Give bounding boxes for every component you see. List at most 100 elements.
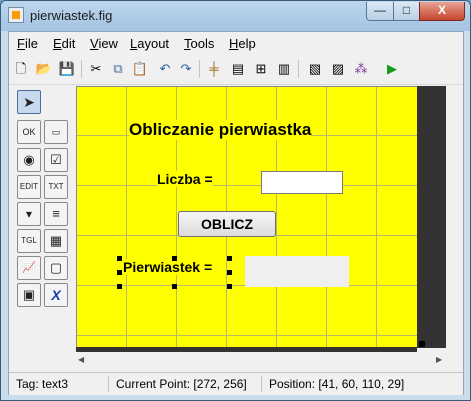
undo-icon[interactable]: ↶	[156, 60, 174, 78]
axes-tool[interactable]: 📈	[17, 256, 41, 280]
menu-help[interactable]: Help	[229, 36, 256, 51]
toolbar-separator	[81, 60, 82, 78]
static-text-tool[interactable]: TXT	[44, 175, 68, 199]
select-tool[interactable]: ➤	[17, 90, 41, 114]
selection-handle[interactable]	[117, 256, 122, 261]
result-label[interactable]: Pierwiastek =	[123, 259, 213, 275]
toolbar-separator	[298, 60, 299, 78]
popup-menu-tool[interactable]: ▾	[17, 202, 41, 226]
horizontal-scrollbar[interactable]: ◀ ▶	[76, 353, 447, 366]
edit-text-tool[interactable]: EDIT	[17, 175, 41, 199]
title-bar[interactable]: pierwiastek.fig — □ X	[1, 1, 470, 31]
selection-handle[interactable]	[117, 284, 122, 289]
m-file-editor-icon[interactable]: ▧	[306, 60, 324, 78]
title-text[interactable]: Obliczanie pierwiastka	[129, 120, 312, 140]
panel-tool-icon: ▢	[49, 260, 63, 275]
copy-icon[interactable]: ⧉	[109, 60, 127, 78]
canvas-border-right	[417, 86, 446, 348]
menu-help-label: Help	[229, 36, 256, 51]
paste-icon[interactable]: 📋	[131, 60, 149, 78]
selection-handle[interactable]	[227, 270, 232, 275]
resize-corner-handle[interactable]	[419, 341, 425, 347]
calculate-button[interactable]: OBLICZ	[178, 211, 276, 237]
menu-tools[interactable]: Tools	[184, 36, 214, 51]
toolbar-editor-icon[interactable]: ▥	[275, 60, 293, 78]
grid-line	[77, 185, 417, 186]
open-icon[interactable]: 📂	[35, 60, 53, 78]
radio-button-tool[interactable]: ◉	[17, 148, 41, 172]
radio-button-tool-icon: ◉	[23, 152, 35, 167]
checkbox-tool-icon: ☑	[50, 152, 62, 167]
toggle-button-tool-icon: TGL	[21, 236, 37, 245]
close-button[interactable]: X	[419, 2, 465, 21]
selection-handle[interactable]	[227, 284, 232, 289]
slider-tool-icon: ▭	[51, 127, 61, 137]
save-icon[interactable]: 💾	[58, 60, 76, 78]
guide-window: pierwiastek.fig — □ X File Edit View Lay…	[0, 0, 471, 401]
selection-handle[interactable]	[172, 284, 177, 289]
selection-handle[interactable]	[172, 256, 177, 261]
object-browser-icon[interactable]: ⁂	[352, 60, 370, 78]
grid-line	[376, 87, 377, 348]
menu-tools-label: Tools	[184, 36, 215, 51]
button-group-tool[interactable]: ▣	[17, 283, 41, 307]
listbox-tool[interactable]: ≡	[44, 202, 68, 226]
button-group-tool-icon: ▣	[22, 287, 36, 302]
menu-edit[interactable]: Edit	[53, 36, 75, 51]
guide-app-icon	[8, 7, 24, 23]
grid-line	[77, 335, 417, 336]
window-title: pierwiastek.fig	[30, 8, 113, 23]
minimize-button[interactable]: —	[366, 2, 394, 21]
status-separator	[261, 376, 262, 392]
status-separator	[108, 376, 109, 392]
client-area: File Edit View Layout Tools Help 🗋 📂 💾 ✂…	[8, 31, 464, 395]
toggle-button-tool[interactable]: TGL	[17, 229, 41, 253]
menu-editor-icon[interactable]: ▤	[229, 60, 247, 78]
status-current-point: Current Point: [272, 256]	[116, 377, 247, 391]
layout-area[interactable]: Obliczanie pierwiastka Liczba = OBLICZ P…	[76, 86, 446, 352]
edit-text-tool-icon: EDIT	[19, 182, 39, 191]
grid-line	[326, 87, 327, 348]
menu-view-label: View	[90, 36, 118, 51]
selection-handle[interactable]	[227, 256, 232, 261]
activex-tool-icon: X	[51, 287, 61, 303]
push-button-tool-icon: OK	[22, 127, 36, 137]
figure-canvas[interactable]: Obliczanie pierwiastka Liczba = OBLICZ P…	[76, 86, 417, 348]
status-position: Position: [41, 60, 110, 29]	[269, 377, 405, 391]
grid-line	[126, 87, 127, 348]
push-button-tool[interactable]: OK	[17, 120, 41, 144]
number-edit-box[interactable]	[261, 171, 343, 194]
select-tool-icon: ➤	[23, 94, 35, 110]
status-tag: Tag: text3	[16, 377, 69, 391]
menu-bar: File Edit View Layout Tools Help	[9, 32, 463, 54]
run-icon[interactable]: ▶	[383, 60, 401, 78]
static-text-tool-icon: TXT	[48, 182, 64, 191]
result-text-box[interactable]	[245, 256, 349, 287]
toolbar-separator	[199, 60, 200, 78]
activex-tool[interactable]: X	[44, 283, 68, 307]
menu-file[interactable]: File	[17, 36, 38, 51]
input-label[interactable]: Liczba =	[157, 171, 213, 187]
scroll-left-icon[interactable]: ◀	[78, 355, 84, 364]
panel-tool[interactable]: ▢	[44, 256, 68, 280]
menu-file-label: File	[17, 36, 38, 51]
menu-edit-label: Edit	[53, 36, 76, 51]
align-icon[interactable]: ╪	[205, 60, 223, 78]
tab-order-icon[interactable]: ⊞	[252, 60, 270, 78]
redo-icon[interactable]: ↷	[177, 60, 195, 78]
toolbar: 🗋 📂 💾 ✂ ⧉ 📋 ↶ ↷ ╪ ▤ ⊞ ▥ ▧ ▨ ⁂ ▶	[9, 54, 463, 85]
cut-icon[interactable]: ✂	[87, 60, 105, 78]
slider-tool[interactable]: ▭	[44, 120, 68, 144]
selection-handle[interactable]	[117, 270, 122, 275]
table-tool[interactable]: ▦	[44, 229, 68, 253]
menu-layout-label: Layout	[130, 36, 170, 51]
maximize-button[interactable]: □	[393, 2, 420, 21]
property-inspector-icon[interactable]: ▨	[329, 60, 347, 78]
canvas-border-bottom	[76, 347, 417, 352]
menu-view[interactable]: View	[90, 36, 118, 51]
new-icon[interactable]: 🗋	[12, 60, 30, 78]
checkbox-tool[interactable]: ☑	[44, 148, 68, 172]
axes-tool-icon: 📈	[22, 262, 36, 274]
menu-layout[interactable]: Layout	[130, 36, 169, 51]
scroll-right-icon[interactable]: ▶	[436, 355, 442, 364]
